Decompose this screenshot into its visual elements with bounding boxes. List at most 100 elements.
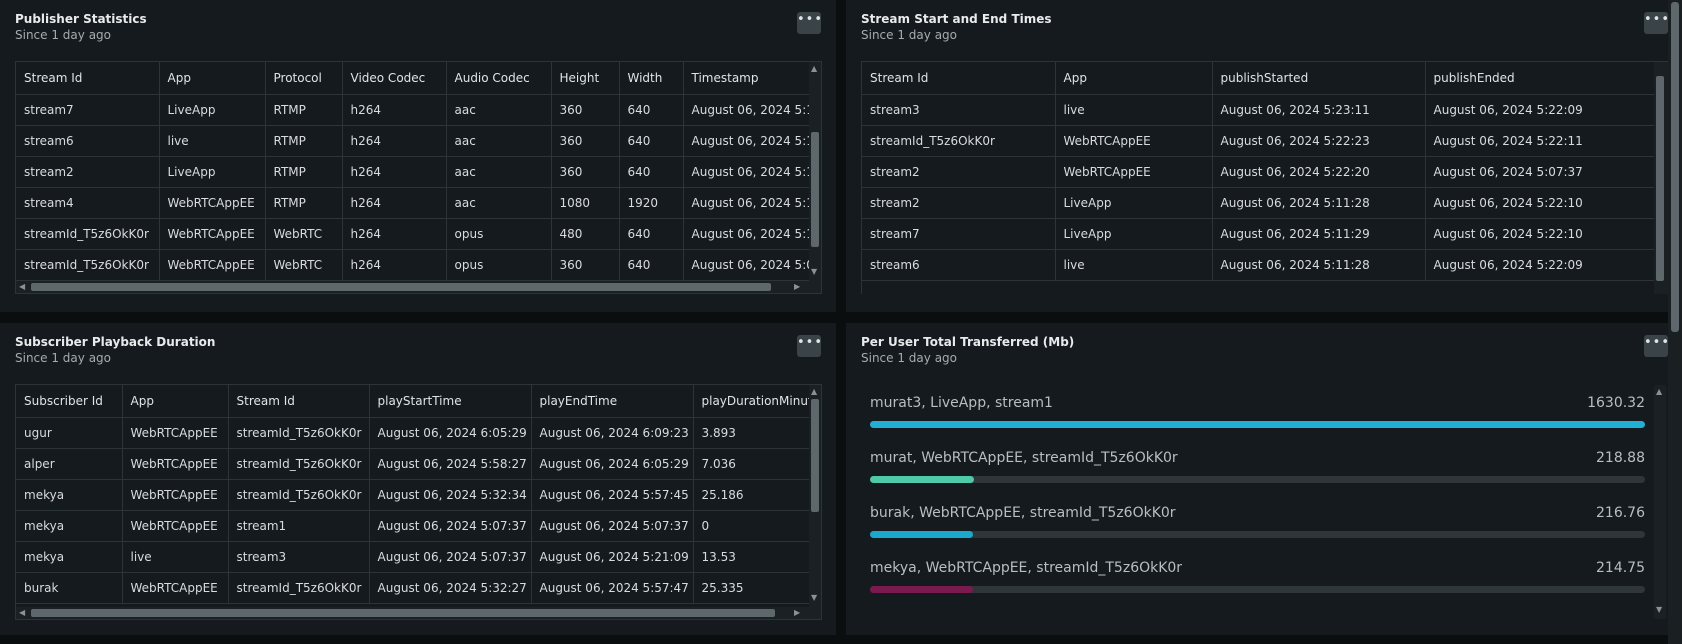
vertical-scrollbar[interactable]: ▲ ▼ [1654,385,1666,619]
table-cell: August 06, 2024 5:1 [683,94,810,126]
subscriber-table: Subscriber Id App Stream Id playStartTime pl… [15,384,822,620]
more-options-button[interactable]: ••• [1644,335,1669,357]
table-cell: WebRTC [265,249,343,281]
table-cell: streamId_T5z6OkK0r [228,572,370,604]
stream-times-panel: Stream Start and End Times Since 1 day a… [846,0,1669,312]
table-row[interactable]: mekya WebRTCAppEE streamId_T5z6OkK0r August… [16,479,810,511]
table-cell: August 06, 2024 5:11:28 [1212,249,1426,281]
panel-subtitle: Since 1 day ago [861,28,957,42]
vertical-scrollbar[interactable]: ▲ ▼ [809,62,821,281]
table-row[interactable]: streamId_T5z6OkK0r WebRTCAppEE August 06, … [862,125,1655,157]
column-header[interactable]: Subscriber Id [16,385,123,418]
table-cell: August 06, 2024 5:32:34 [369,479,532,511]
table-row[interactable]: alper WebRTCAppEE streamId_T5z6OkK0r August… [16,448,810,480]
table-cell: August 06, 2024 5:1 [683,187,810,219]
column-header[interactable]: Stream Id [228,385,370,418]
table-cell: August 06, 2024 5:22:10 [1425,218,1655,250]
column-header[interactable]: Width [619,62,684,95]
bar-fill [870,421,1645,428]
table-cell: WebRTC [265,218,343,250]
table-cell: August 06, 2024 5:0 [683,249,810,281]
table-cell: streamId_T5z6OkK0r [16,249,160,281]
table-row[interactable]: stream7 LiveApp August 06, 2024 5:11:29 Aug… [862,218,1655,250]
column-header[interactable]: Timestamp [683,62,810,95]
column-header[interactable]: playDurationMinut [693,385,810,418]
table-cell: live [159,125,266,157]
table-row[interactable]: stream7 LiveApp RTMP h264 aac 360 640 August 06… [16,94,810,126]
table-cell: August 06, 2024 5:22:23 [1212,125,1426,157]
table-cell: RTMP [265,125,343,157]
more-options-button[interactable]: ••• [797,12,822,34]
column-header[interactable]: Video Codec [342,62,447,95]
table-row[interactable]: stream6 live RTMP h264 aac 360 640 August 06, 2… [16,125,810,157]
bar-value: 214.75 [1596,560,1645,576]
column-header[interactable]: App [1055,62,1213,95]
table-row[interactable]: streamId_T5z6OkK0r WebRTCAppEE WebRTC h264 o… [16,218,810,250]
column-header[interactable]: Stream Id [862,62,1056,95]
column-header[interactable]: playEndTime [531,385,694,418]
column-header[interactable]: Audio Codec [446,62,552,95]
scroll-thumb[interactable] [31,609,775,617]
column-header[interactable]: publishEnded [1425,62,1655,95]
table-row[interactable]: stream3 live August 06, 2024 5:23:11 August… [862,94,1655,126]
table-cell: 640 [619,125,684,157]
table-cell: WebRTCAppEE [122,448,229,480]
column-header[interactable]: Height [551,62,620,95]
scroll-thumb[interactable] [1656,76,1664,281]
column-header[interactable]: Stream Id [16,62,160,95]
table-row[interactable]: stream6 live August 06, 2024 5:11:28 August… [862,249,1655,281]
vertical-scrollbar[interactable]: ▲ ▼ [809,385,821,607]
column-header[interactable]: playStartTime [369,385,532,418]
table-cell: 7.036 [693,448,810,480]
publisher-table: Stream Id App Protocol Video Codec Audio Cod… [15,61,822,294]
more-options-button[interactable]: ••• [797,335,822,357]
table-cell: 360 [551,156,620,188]
table-row[interactable]: ugur WebRTCAppEE streamId_T5z6OkK0r August … [16,417,810,449]
table-cell: 25.186 [693,479,810,511]
table-row[interactable]: mekya WebRTCAppEE stream1 August 06, 2024 5… [16,510,810,542]
scroll-thumb[interactable] [31,283,771,291]
table-cell: RTMP [265,187,343,219]
horizontal-scrollbar[interactable]: ◀ ▶ [16,281,821,293]
table-row[interactable]: burak WebRTCAppEE streamId_T5z6OkK0r August… [16,572,810,604]
vertical-scrollbar[interactable] [1654,62,1668,294]
stream-times-table: Stream Id App publishStarted publishEnded s… [861,61,1669,294]
table-row[interactable]: stream2 LiveApp August 06, 2024 5:11:28 Aug… [862,187,1655,219]
column-header[interactable]: App [122,385,229,418]
table-cell: 640 [619,94,684,126]
panel-subtitle: Since 1 day ago [861,351,957,365]
table-cell: WebRTCAppEE [159,218,266,250]
table-cell: August 06, 2024 5:1 [683,218,810,250]
table-cell: opus [446,249,552,281]
table-cell: August 06, 2024 6:05:29 [369,417,532,449]
table-row[interactable]: stream4 WebRTCAppEE RTMP h264 aac 1080 1920 Aug… [16,187,810,219]
table-row[interactable]: stream2 WebRTCAppEE August 06, 2024 5:22:2… [862,156,1655,188]
table-row[interactable]: stream2 LiveApp RTMP h264 aac 360 640 August 06… [16,156,810,188]
table-cell: August 06, 2024 5:22:11 [1425,125,1655,157]
panel-title: Per User Total Transferred (Mb) [861,335,1075,349]
table-cell: August 06, 2024 5:1 [683,156,810,188]
column-header[interactable]: App [159,62,266,95]
scroll-thumb[interactable] [811,399,819,512]
horizontal-scrollbar[interactable]: ◀ ▶ [16,607,821,619]
table-row[interactable]: streamId_T5z6OkK0r WebRTCAppEE WebRTC h264 o… [16,249,810,281]
page-scroll-thumb[interactable] [1671,2,1679,332]
table-cell: 360 [551,94,620,126]
more-options-button[interactable]: ••• [1644,12,1669,34]
table-cell: 25.335 [693,572,810,604]
table-cell: August 06, 2024 5:07:37 [369,510,532,542]
bar-track [870,476,1645,483]
page-scrollbar[interactable] [1668,0,1682,644]
table-cell: mekya [16,479,123,511]
table-cell: stream2 [862,187,1056,219]
table-cell: live [1055,94,1213,126]
table-cell: h264 [342,94,447,126]
table-row[interactable]: mekya live stream3 August 06, 2024 5:07:37 A… [16,541,810,573]
scroll-thumb[interactable] [811,132,819,247]
column-header[interactable]: Protocol [265,62,343,95]
column-header[interactable]: publishStarted [1212,62,1426,95]
table-cell: August 06, 2024 5:22:09 [1425,94,1655,126]
table-cell: August 06, 2024 5:1 [683,125,810,157]
table-cell: aac [446,156,552,188]
table-cell: August 06, 2024 5:57:45 [531,479,694,511]
